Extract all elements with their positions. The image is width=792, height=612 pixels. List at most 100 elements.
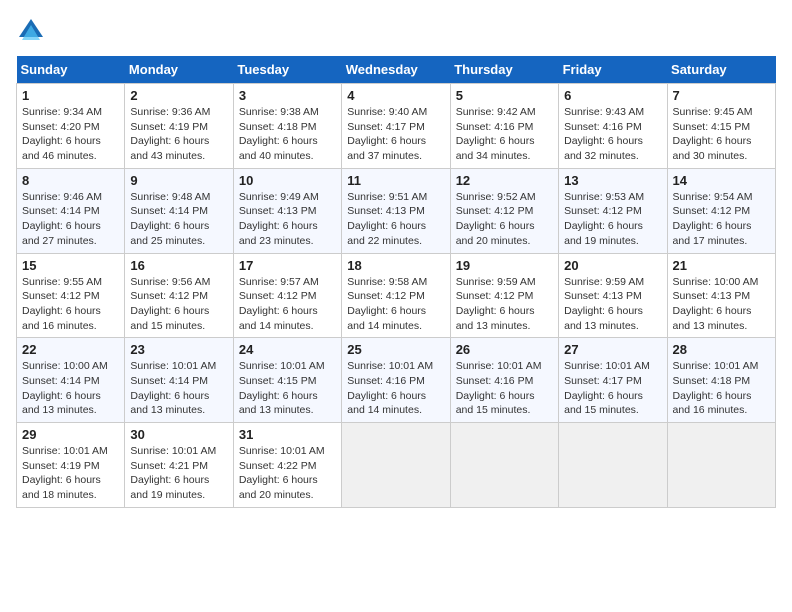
calendar-day-cell: 3 Sunrise: 9:38 AMSunset: 4:18 PMDayligh… [233, 84, 341, 169]
day-detail: Sunrise: 10:01 AMSunset: 4:16 PMDaylight… [347, 360, 433, 416]
day-number: 26 [456, 342, 553, 357]
day-detail: Sunrise: 9:46 AMSunset: 4:14 PMDaylight:… [22, 191, 102, 247]
day-number: 12 [456, 173, 553, 188]
day-detail: Sunrise: 9:48 AMSunset: 4:14 PMDaylight:… [130, 191, 210, 247]
calendar-day-cell: 12 Sunrise: 9:52 AMSunset: 4:12 PMDaylig… [450, 168, 558, 253]
day-detail: Sunrise: 9:53 AMSunset: 4:12 PMDaylight:… [564, 191, 644, 247]
calendar-day-cell [559, 423, 667, 508]
day-number: 18 [347, 258, 444, 273]
day-detail: Sunrise: 9:52 AMSunset: 4:12 PMDaylight:… [456, 191, 536, 247]
day-number: 15 [22, 258, 119, 273]
calendar-day-cell: 8 Sunrise: 9:46 AMSunset: 4:14 PMDayligh… [17, 168, 125, 253]
calendar-day-cell: 24 Sunrise: 10:01 AMSunset: 4:15 PMDayli… [233, 338, 341, 423]
day-detail: Sunrise: 9:51 AMSunset: 4:13 PMDaylight:… [347, 191, 427, 247]
column-header-tuesday: Tuesday [233, 56, 341, 84]
day-number: 8 [22, 173, 119, 188]
day-number: 28 [673, 342, 770, 357]
column-header-wednesday: Wednesday [342, 56, 450, 84]
calendar-day-cell: 18 Sunrise: 9:58 AMSunset: 4:12 PMDaylig… [342, 253, 450, 338]
day-number: 30 [130, 427, 227, 442]
day-number: 10 [239, 173, 336, 188]
day-number: 5 [456, 88, 553, 103]
day-detail: Sunrise: 9:38 AMSunset: 4:18 PMDaylight:… [239, 106, 319, 162]
calendar-day-cell: 23 Sunrise: 10:01 AMSunset: 4:14 PMDayli… [125, 338, 233, 423]
day-detail: Sunrise: 9:45 AMSunset: 4:15 PMDaylight:… [673, 106, 753, 162]
day-number: 20 [564, 258, 661, 273]
day-detail: Sunrise: 9:34 AMSunset: 4:20 PMDaylight:… [22, 106, 102, 162]
calendar-day-cell: 11 Sunrise: 9:51 AMSunset: 4:13 PMDaylig… [342, 168, 450, 253]
calendar-day-cell: 5 Sunrise: 9:42 AMSunset: 4:16 PMDayligh… [450, 84, 558, 169]
calendar-day-cell: 2 Sunrise: 9:36 AMSunset: 4:19 PMDayligh… [125, 84, 233, 169]
column-header-friday: Friday [559, 56, 667, 84]
day-number: 23 [130, 342, 227, 357]
day-detail: Sunrise: 9:59 AMSunset: 4:13 PMDaylight:… [564, 276, 644, 332]
logo-icon [16, 16, 46, 46]
day-number: 7 [673, 88, 770, 103]
calendar-day-cell: 27 Sunrise: 10:01 AMSunset: 4:17 PMDayli… [559, 338, 667, 423]
calendar-day-cell: 25 Sunrise: 10:01 AMSunset: 4:16 PMDayli… [342, 338, 450, 423]
calendar-day-cell: 13 Sunrise: 9:53 AMSunset: 4:12 PMDaylig… [559, 168, 667, 253]
calendar-day-cell: 29 Sunrise: 10:01 AMSunset: 4:19 PMDayli… [17, 423, 125, 508]
day-number: 9 [130, 173, 227, 188]
calendar-day-cell: 31 Sunrise: 10:01 AMSunset: 4:22 PMDayli… [233, 423, 341, 508]
calendar-day-cell: 17 Sunrise: 9:57 AMSunset: 4:12 PMDaylig… [233, 253, 341, 338]
calendar-day-cell: 28 Sunrise: 10:01 AMSunset: 4:18 PMDayli… [667, 338, 775, 423]
calendar-day-cell: 10 Sunrise: 9:49 AMSunset: 4:13 PMDaylig… [233, 168, 341, 253]
calendar-day-cell [667, 423, 775, 508]
day-detail: Sunrise: 10:01 AMSunset: 4:15 PMDaylight… [239, 360, 325, 416]
day-detail: Sunrise: 9:40 AMSunset: 4:17 PMDaylight:… [347, 106, 427, 162]
day-number: 24 [239, 342, 336, 357]
day-number: 2 [130, 88, 227, 103]
day-number: 14 [673, 173, 770, 188]
day-number: 16 [130, 258, 227, 273]
day-detail: Sunrise: 9:42 AMSunset: 4:16 PMDaylight:… [456, 106, 536, 162]
calendar-day-cell: 4 Sunrise: 9:40 AMSunset: 4:17 PMDayligh… [342, 84, 450, 169]
day-number: 11 [347, 173, 444, 188]
calendar-day-cell: 19 Sunrise: 9:59 AMSunset: 4:12 PMDaylig… [450, 253, 558, 338]
day-number: 17 [239, 258, 336, 273]
day-detail: Sunrise: 9:58 AMSunset: 4:12 PMDaylight:… [347, 276, 427, 332]
column-header-sunday: Sunday [17, 56, 125, 84]
calendar-day-cell: 22 Sunrise: 10:00 AMSunset: 4:14 PMDayli… [17, 338, 125, 423]
day-number: 3 [239, 88, 336, 103]
day-number: 29 [22, 427, 119, 442]
day-detail: Sunrise: 9:55 AMSunset: 4:12 PMDaylight:… [22, 276, 102, 332]
day-detail: Sunrise: 10:01 AMSunset: 4:19 PMDaylight… [22, 445, 108, 501]
calendar-header-row: SundayMondayTuesdayWednesdayThursdayFrid… [17, 56, 776, 84]
calendar-day-cell [342, 423, 450, 508]
calendar-day-cell: 26 Sunrise: 10:01 AMSunset: 4:16 PMDayli… [450, 338, 558, 423]
calendar-day-cell: 7 Sunrise: 9:45 AMSunset: 4:15 PMDayligh… [667, 84, 775, 169]
calendar-day-cell: 15 Sunrise: 9:55 AMSunset: 4:12 PMDaylig… [17, 253, 125, 338]
calendar-week-row: 22 Sunrise: 10:00 AMSunset: 4:14 PMDayli… [17, 338, 776, 423]
calendar-week-row: 29 Sunrise: 10:01 AMSunset: 4:19 PMDayli… [17, 423, 776, 508]
calendar-table: SundayMondayTuesdayWednesdayThursdayFrid… [16, 56, 776, 508]
column-header-thursday: Thursday [450, 56, 558, 84]
calendar-day-cell [450, 423, 558, 508]
page-header [16, 16, 776, 46]
calendar-day-cell: 1 Sunrise: 9:34 AMSunset: 4:20 PMDayligh… [17, 84, 125, 169]
day-detail: Sunrise: 9:36 AMSunset: 4:19 PMDaylight:… [130, 106, 210, 162]
day-number: 21 [673, 258, 770, 273]
day-detail: Sunrise: 10:00 AMSunset: 4:14 PMDaylight… [22, 360, 108, 416]
day-detail: Sunrise: 10:01 AMSunset: 4:17 PMDaylight… [564, 360, 650, 416]
day-number: 4 [347, 88, 444, 103]
day-number: 22 [22, 342, 119, 357]
day-detail: Sunrise: 10:00 AMSunset: 4:13 PMDaylight… [673, 276, 759, 332]
calendar-day-cell: 14 Sunrise: 9:54 AMSunset: 4:12 PMDaylig… [667, 168, 775, 253]
calendar-day-cell: 16 Sunrise: 9:56 AMSunset: 4:12 PMDaylig… [125, 253, 233, 338]
calendar-day-cell: 20 Sunrise: 9:59 AMSunset: 4:13 PMDaylig… [559, 253, 667, 338]
day-detail: Sunrise: 10:01 AMSunset: 4:21 PMDaylight… [130, 445, 216, 501]
day-detail: Sunrise: 9:56 AMSunset: 4:12 PMDaylight:… [130, 276, 210, 332]
calendar-day-cell: 9 Sunrise: 9:48 AMSunset: 4:14 PMDayligh… [125, 168, 233, 253]
day-detail: Sunrise: 9:57 AMSunset: 4:12 PMDaylight:… [239, 276, 319, 332]
day-detail: Sunrise: 10:01 AMSunset: 4:18 PMDaylight… [673, 360, 759, 416]
column-header-monday: Monday [125, 56, 233, 84]
calendar-week-row: 8 Sunrise: 9:46 AMSunset: 4:14 PMDayligh… [17, 168, 776, 253]
logo [16, 16, 50, 46]
day-detail: Sunrise: 10:01 AMSunset: 4:16 PMDaylight… [456, 360, 542, 416]
day-detail: Sunrise: 9:59 AMSunset: 4:12 PMDaylight:… [456, 276, 536, 332]
calendar-day-cell: 6 Sunrise: 9:43 AMSunset: 4:16 PMDayligh… [559, 84, 667, 169]
day-number: 27 [564, 342, 661, 357]
day-detail: Sunrise: 9:49 AMSunset: 4:13 PMDaylight:… [239, 191, 319, 247]
day-number: 6 [564, 88, 661, 103]
